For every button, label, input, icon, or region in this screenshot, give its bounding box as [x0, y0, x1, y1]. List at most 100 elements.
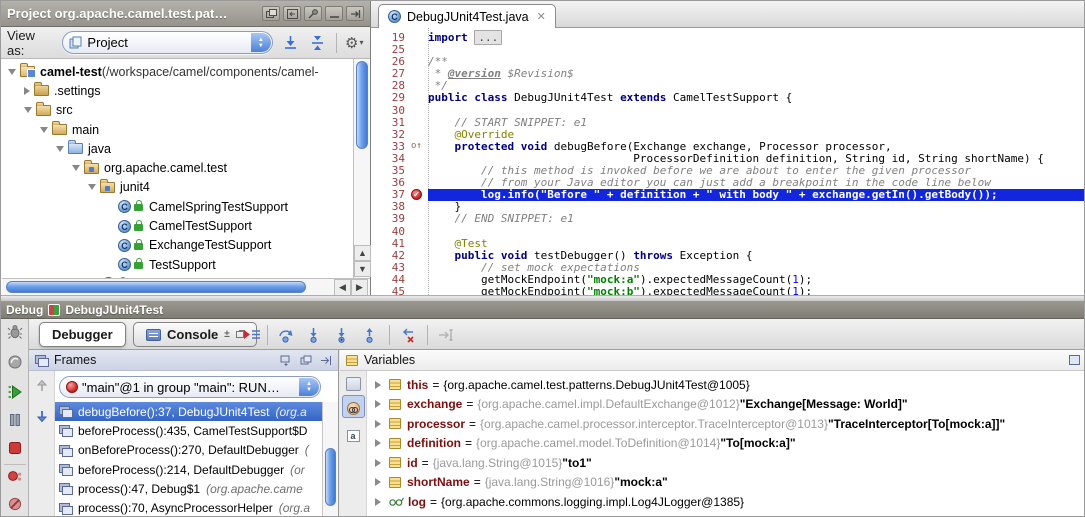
frames-scroll-thumb[interactable]: [325, 448, 336, 506]
gutter-icon-slot[interactable]: o↑: [409, 141, 428, 153]
tree-expander-icon[interactable]: [24, 87, 30, 95]
resume-icon[interactable]: [6, 383, 24, 401]
mute-breakpoints-icon[interactable]: [6, 495, 24, 513]
gutter-icon-slot[interactable]: [409, 117, 428, 129]
frames-scrollbar[interactable]: [322, 402, 338, 517]
hide-panel-icon[interactable]: [320, 355, 332, 366]
pause-icon[interactable]: [6, 411, 24, 429]
hotswap-icon[interactable]: [6, 353, 24, 371]
tree-row[interactable]: .settings: [2, 81, 353, 100]
tree-row[interactable]: main: [2, 120, 353, 139]
run-to-cursor-icon[interactable]: [437, 326, 455, 344]
code-line[interactable]: 25: [371, 44, 1085, 56]
frame-row[interactable]: process():47, Debug$1 (org.apache.came: [55, 479, 322, 498]
gutter-icon-slot[interactable]: [409, 213, 428, 225]
hide-window-icon[interactable]: [346, 6, 364, 21]
step-into-icon[interactable]: [305, 326, 323, 344]
show-execution-point-icon[interactable]: [243, 326, 261, 344]
tree-row[interactable]: java: [2, 139, 353, 158]
tab-debugger[interactable]: Debugger: [39, 322, 126, 347]
tree-row[interactable]: src: [2, 101, 353, 120]
frame-row[interactable]: beforeProcess():214, DefaultDebugger (or: [55, 460, 322, 479]
project-vertical-scrollbar[interactable]: ▲ ▼: [353, 59, 370, 278]
tree-row[interactable]: org.apache.camel.test: [2, 158, 353, 177]
variable-row[interactable]: id = {java.lang.String@1015} "to1": [367, 453, 1085, 473]
project-horizontal-scrollbar[interactable]: ◀ ▶: [2, 278, 370, 295]
tab-console[interactable]: Console ±: [133, 322, 257, 347]
editor-tab[interactable]: DebugJUnit4Test.java ✕: [378, 4, 556, 28]
tree-row[interactable]: camel-test (/workspace/camel/components/…: [2, 62, 353, 81]
dock-window-icon[interactable]: [283, 6, 301, 21]
force-step-into-icon[interactable]: [333, 326, 351, 344]
rerun-bug-icon[interactable]: [6, 323, 24, 341]
scroll-left-button[interactable]: ◀: [334, 279, 351, 296]
code-area[interactable]: 19 import ... 25 26 /** 27 * @version $R…: [371, 28, 1085, 295]
gutter-icon-slot[interactable]: [409, 92, 428, 104]
next-frame-icon[interactable]: [33, 407, 51, 425]
gutter-icon-slot[interactable]: [409, 56, 428, 68]
step-over-icon[interactable]: [277, 326, 295, 344]
frame-row[interactable]: process():70, AsyncProcessorHelper (org.…: [55, 498, 322, 517]
gutter-icon-slot[interactable]: [409, 68, 428, 80]
gutter-icon-slot[interactable]: [409, 105, 428, 117]
close-tab-icon[interactable]: ✕: [537, 10, 546, 23]
code-line[interactable]: 27 * @version $Revision$: [371, 68, 1085, 80]
tree-expander-icon[interactable]: [8, 69, 16, 75]
gutter-icon-slot[interactable]: [409, 238, 428, 250]
gutter-icon-slot[interactable]: [409, 189, 428, 201]
collapse-all-icon[interactable]: [308, 33, 327, 53]
float-window-icon[interactable]: [262, 6, 280, 21]
gutter-icon-slot[interactable]: [409, 44, 428, 56]
override-method-icon[interactable]: o↑: [411, 141, 422, 152]
variable-expander-icon[interactable]: [375, 381, 381, 389]
frame-row[interactable]: debugBefore():37, DebugJUnit4Test (org.a: [55, 402, 322, 421]
stop-icon[interactable]: [6, 439, 24, 457]
code-line[interactable]: 29 public class DebugJUnit4Test extends …: [371, 92, 1085, 104]
gutter-icon-slot[interactable]: [409, 250, 428, 262]
restore-layout-icon[interactable]: [1069, 355, 1080, 365]
code-line[interactable]: 37 log.info("Before " + definition + " w…: [371, 189, 1085, 201]
settings-gear-icon[interactable]: ⚙▾: [345, 33, 364, 53]
variable-row[interactable]: shortName = {java.lang.String@1016} "moc…: [367, 473, 1085, 493]
view-as-select[interactable]: Project ▲▼: [62, 31, 272, 54]
tree-row[interactable]: TestSupport: [2, 255, 353, 274]
breakpoint-icon[interactable]: [411, 189, 422, 200]
variable-row[interactable]: log = {org.apache.commons.logging.impl.L…: [367, 492, 1085, 512]
float-panel-icon[interactable]: [300, 355, 312, 366]
variable-expander-icon[interactable]: [375, 439, 381, 447]
minimize-window-icon[interactable]: [325, 6, 343, 21]
gutter-icon-slot[interactable]: [409, 262, 428, 274]
gutter-icon-slot[interactable]: [409, 286, 428, 295]
horizontal-scroll-thumb[interactable]: [6, 281, 306, 293]
gutter-icon-slot[interactable]: [409, 32, 428, 44]
thread-select[interactable]: "main"@1 in group "main": RUN… ▲▼: [59, 376, 321, 398]
variable-row[interactable]: exchange = {org.apache.camel.impl.Defaul…: [367, 395, 1085, 415]
tree-expander-icon[interactable]: [40, 127, 48, 133]
variable-row[interactable]: definition = {org.apache.camel.model.ToD…: [367, 434, 1085, 454]
variable-expander-icon[interactable]: [375, 459, 381, 467]
gutter-icon-slot[interactable]: [409, 153, 428, 165]
variable-row[interactable]: processor = {org.apache.camel.processor.…: [367, 414, 1085, 434]
gutter-icon-slot[interactable]: [409, 165, 428, 177]
previous-frame-icon[interactable]: [33, 377, 51, 395]
scroll-up-button[interactable]: ▲: [354, 245, 371, 261]
vertical-scroll-thumb[interactable]: [356, 61, 368, 149]
expand-all-icon[interactable]: [281, 33, 300, 53]
variable-row[interactable]: this = {org.apache.camel.test.patterns.D…: [367, 375, 1085, 395]
frame-row[interactable]: onBeforeProcess():270, DefaultDebugger (: [55, 441, 322, 460]
code-line[interactable]: 19 import ...: [371, 32, 1085, 44]
tree-row[interactable]: CamelSpringTestSupport: [2, 197, 353, 216]
evaluate-expression-icon[interactable]: [344, 375, 362, 393]
frame-row[interactable]: beforeProcess():435, CamelTestSupport$D: [55, 421, 322, 440]
variable-expander-icon[interactable]: [375, 478, 381, 486]
variable-expander-icon[interactable]: [375, 498, 381, 506]
code-line[interactable]: 39 // END SNIPPET: e1: [371, 213, 1085, 225]
gutter-icon-slot[interactable]: [409, 80, 428, 92]
gutter-icon-slot[interactable]: [409, 226, 428, 238]
variable-expander-icon[interactable]: [375, 420, 381, 428]
scroll-right-button[interactable]: ▶: [351, 279, 368, 296]
tree-expander-icon[interactable]: [72, 165, 80, 171]
pin-window-icon[interactable]: [304, 6, 322, 21]
gutter-icon-slot[interactable]: [409, 201, 428, 213]
code-line[interactable]: 45 getMockEndpoint("mock:b").expectedMes…: [371, 286, 1085, 295]
